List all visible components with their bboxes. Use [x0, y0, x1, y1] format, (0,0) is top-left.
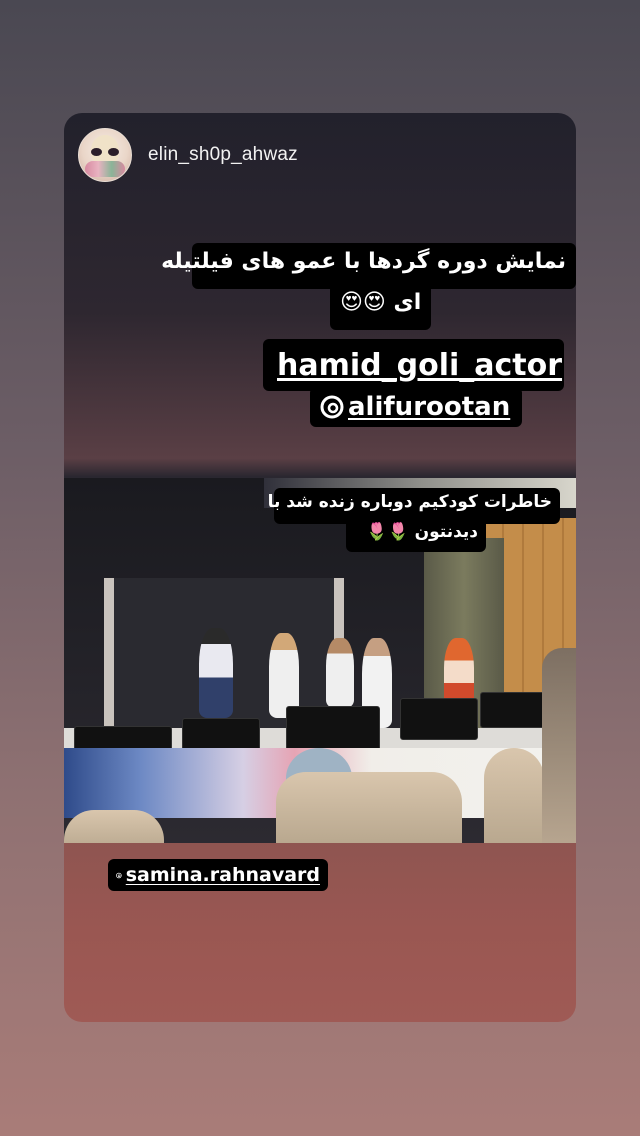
mention-sticker[interactable]: alifurootan [310, 387, 522, 427]
photo-caption-line-2: دیدنتون 🌷🌷 [346, 518, 486, 552]
caption-line-1: نمایش دوره گردها با عمو های فیلتیله [161, 243, 576, 289]
mention-username: alifurootan [348, 392, 511, 422]
story-header: elin_sh0p_ahwaz [78, 127, 298, 183]
mention-sticker[interactable]: hamid_goli_actor [263, 339, 564, 391]
story-card: elin_sh0p_ahwaz نمایش دوره گردها با عمو … [64, 113, 576, 1022]
bottom-mention-sticker[interactable]: samina.rahnavard [108, 859, 328, 891]
caption-line-2: ای 😍😍 [330, 284, 432, 330]
mention-username: samina.rahnavard [125, 864, 320, 886]
story-photo: خاطرات کودکیم دوباره زنده شد با دیدنتون … [64, 478, 576, 843]
avatar[interactable] [78, 128, 132, 182]
username[interactable]: elin_sh0p_ahwaz [148, 144, 298, 166]
mention-username: hamid_goli_actor [277, 347, 563, 383]
threads-icon [116, 867, 122, 884]
threads-icon [320, 395, 344, 419]
